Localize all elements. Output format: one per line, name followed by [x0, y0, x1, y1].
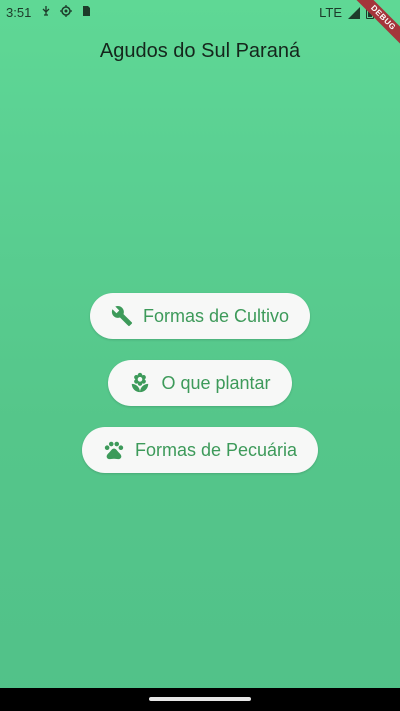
button-label: O que plantar	[161, 372, 271, 393]
paw-icon	[104, 441, 124, 460]
button-label: Formas de Cultivo	[142, 305, 290, 326]
usb-debug-icon	[42, 6, 50, 16]
page-title: Agudos do Sul Paraná	[99, 40, 301, 62]
formas-de-cultivo-button[interactable]: Formas de Cultivo	[89, 293, 311, 339]
formas-de-pecuaria-button[interactable]: Formas de Pecuária	[81, 427, 319, 473]
o-que-plantar-button[interactable]: O que plantar	[108, 360, 292, 406]
signal-icon	[348, 6, 360, 19]
status-time: 3:51	[6, 5, 32, 20]
status-notification-icons	[40, 5, 92, 17]
network-type-label: LTE	[319, 5, 342, 20]
wrench-icon	[111, 306, 133, 327]
button-label: Formas de Pecuária	[134, 439, 298, 460]
sim-card-icon	[83, 6, 90, 16]
main-menu: Formas de Cultivo O que plantar Formas d…	[0, 293, 400, 473]
gps-icon	[60, 5, 72, 17]
home-gesture-handle[interactable]	[149, 697, 251, 701]
status-bar: 3:51 LTE	[0, 0, 400, 26]
system-navigation-bar	[0, 688, 400, 711]
seedling-icon	[132, 372, 149, 393]
